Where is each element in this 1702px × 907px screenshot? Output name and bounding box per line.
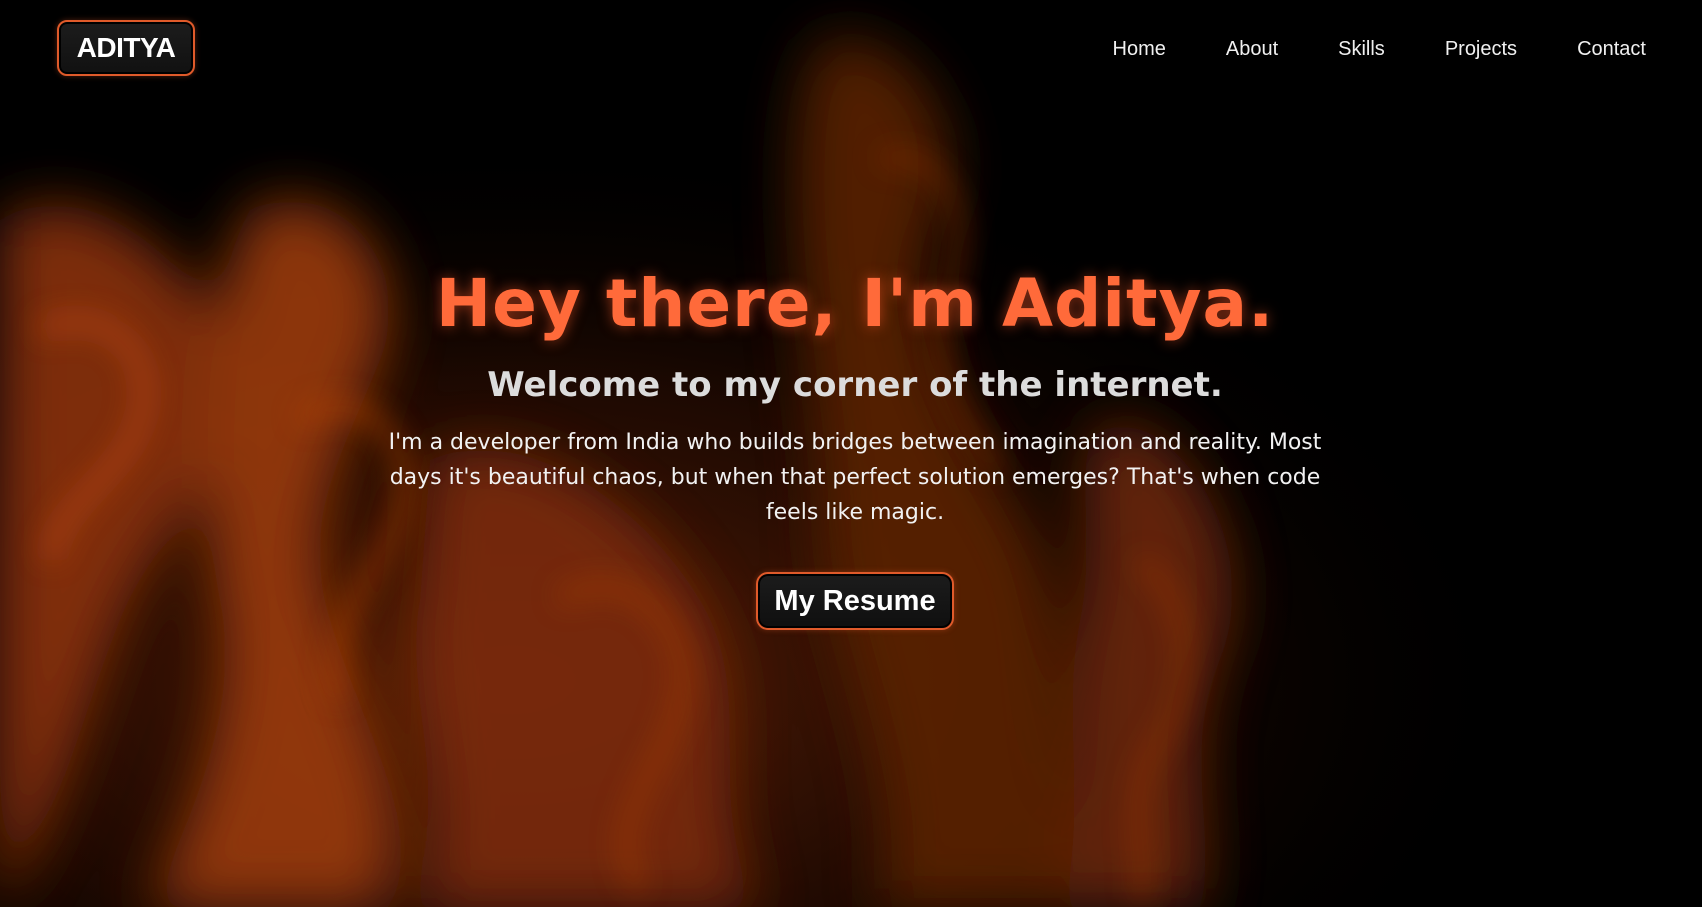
logo-button[interactable]: ADITYA <box>57 20 195 76</box>
hero-subtitle: Welcome to my corner of the internet. <box>487 364 1223 405</box>
nav-link-contact[interactable]: Contact <box>1577 38 1646 61</box>
hero-section: Hey there, I'm Aditya. Welcome to my cor… <box>0 265 1702 631</box>
resume-button[interactable]: My Resume <box>756 572 954 631</box>
nav-link-skills[interactable]: Skills <box>1338 38 1385 61</box>
nav-link-about[interactable]: About <box>1226 38 1278 61</box>
nav-link-home[interactable]: Home <box>1113 38 1166 61</box>
hero-description: I'm a developer from India who builds br… <box>388 430 1322 526</box>
top-navigation: ADITYA Home About Skills Projects Contac… <box>0 0 1702 100</box>
nav-links: Home About Skills Projects Contact <box>1113 38 1646 61</box>
hero-title: Hey there, I'm Aditya. <box>435 265 1275 342</box>
nav-link-projects[interactable]: Projects <box>1445 38 1517 61</box>
